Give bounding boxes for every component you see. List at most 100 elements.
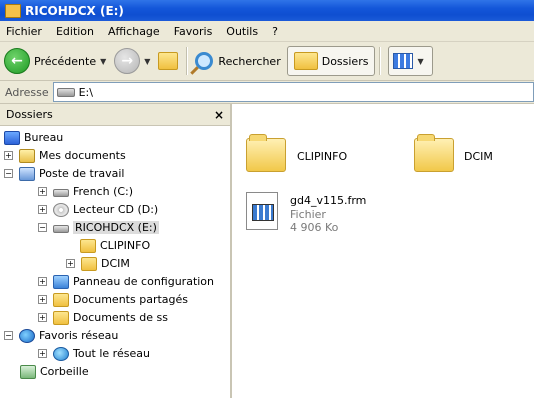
collapse-icon[interactable]: − xyxy=(4,169,13,178)
tree-item-poste-de-travail[interactable]: − Poste de travail xyxy=(4,165,124,182)
removable-drive-icon xyxy=(53,225,69,233)
tree-item-dcim[interactable]: + DCIM xyxy=(66,255,130,272)
file-type: Fichier xyxy=(290,208,326,221)
drive-folder-icon xyxy=(5,3,21,18)
folders-pane-header: Dossiers × xyxy=(0,104,230,126)
forward-arrow-icon: → xyxy=(114,48,141,74)
search-label: Rechercher xyxy=(218,54,281,68)
menu-help[interactable]: ? xyxy=(265,25,285,38)
back-label: Précédente xyxy=(34,54,97,68)
folder-icon xyxy=(80,238,96,253)
folder-icon xyxy=(246,134,286,172)
drive-icon xyxy=(56,87,75,97)
folders-label: Dossiers xyxy=(321,54,369,68)
tree-item-label: French (C:) xyxy=(73,185,134,198)
menu-bar: Fichier Edition Affichage Favoris Outils… xyxy=(0,21,534,42)
network-icon xyxy=(19,328,35,343)
desktop-icon xyxy=(4,130,20,145)
recycle-bin-icon xyxy=(20,364,36,379)
up-folder-button[interactable] xyxy=(158,46,182,76)
views-icon xyxy=(393,53,414,69)
collapse-icon[interactable]: − xyxy=(4,331,13,340)
file-icon xyxy=(246,192,278,230)
expand-icon[interactable]: + xyxy=(38,205,47,214)
address-input[interactable]: E:\ xyxy=(52,82,534,102)
tree-item-label: Corbeille xyxy=(40,365,89,378)
toolbar-separator xyxy=(379,47,381,75)
chevron-down-icon: ▼ xyxy=(417,56,424,66)
views-button[interactable]: ▼ xyxy=(388,46,433,76)
tree-item-label: Lecteur CD (D:) xyxy=(73,203,159,216)
tree-item-mes-documents[interactable]: + Mes documents xyxy=(4,147,126,164)
tree-item-ricohdcx[interactable]: − RICOHDCX (E:) xyxy=(38,219,159,236)
search-button[interactable]: Rechercher xyxy=(195,46,281,76)
expand-icon[interactable]: + xyxy=(38,277,47,286)
tree-item-label: Poste de travail xyxy=(39,167,125,180)
tree-item-lecteur-cd[interactable]: + Lecteur CD (D:) xyxy=(38,201,158,218)
my-documents-icon xyxy=(19,148,35,163)
menu-edition[interactable]: Edition xyxy=(49,25,101,38)
tree-item-label: Mes documents xyxy=(39,149,126,162)
computer-icon xyxy=(19,166,35,181)
address-bar: Adresse E:\ xyxy=(0,81,534,104)
file-size: 4 906 Ko xyxy=(290,221,339,234)
tree-item-clipinfo[interactable]: CLIPINFO xyxy=(80,237,150,254)
expand-icon[interactable]: + xyxy=(38,187,47,196)
menu-favoris[interactable]: Favoris xyxy=(167,25,220,38)
folder-icon xyxy=(81,256,97,271)
tree-item-documents-de-ss[interactable]: + Documents de ss xyxy=(38,309,168,326)
up-folder-icon xyxy=(158,52,179,70)
folders-pane: Dossiers × Bureau + Mes documents − Post… xyxy=(0,104,232,398)
hard-drive-icon xyxy=(53,189,69,197)
toolbar: ← Précédente ▼ → ▼ Rechercher Dossiers ▼ xyxy=(0,42,534,81)
folders-button[interactable]: Dossiers xyxy=(286,46,376,76)
folder-label: CLIPINFO xyxy=(297,150,348,163)
tree-item-label: RICOHDCX (E:) xyxy=(73,221,159,234)
chevron-down-icon[interactable]: ▼ xyxy=(144,57,150,66)
menu-affichage[interactable]: Affichage xyxy=(101,25,167,38)
tree-item-documents-partages[interactable]: + Documents partagés xyxy=(38,291,188,308)
folders-pane-title: Dossiers xyxy=(6,108,53,121)
tree-item-tout-le-reseau[interactable]: + Tout le réseau xyxy=(38,345,150,362)
tree-item-bureau[interactable]: Bureau xyxy=(4,129,63,146)
expand-icon[interactable]: + xyxy=(38,349,47,358)
tree-item-label: Panneau de configuration xyxy=(73,275,215,288)
tree-item-label: Favoris réseau xyxy=(39,329,119,342)
globe-icon xyxy=(53,346,69,361)
tree-item-label: Documents partagés xyxy=(73,293,188,306)
forward-button[interactable]: → ▼ xyxy=(114,46,154,76)
folder-icon xyxy=(414,134,454,172)
expand-icon[interactable]: + xyxy=(66,259,75,268)
expand-icon[interactable]: + xyxy=(38,313,47,322)
collapse-icon[interactable]: − xyxy=(38,223,47,232)
address-value: E:\ xyxy=(78,85,93,99)
tree-item-label: Tout le réseau xyxy=(73,347,150,360)
close-icon[interactable]: × xyxy=(214,108,224,122)
tree-item-label: Documents de ss xyxy=(73,311,168,324)
content-pane: CLIPINFO DCIM gd4_v115.frm Fichier 4 906… xyxy=(232,104,534,398)
tree-item-corbeille[interactable]: Corbeille xyxy=(20,363,89,380)
chevron-down-icon[interactable]: ▼ xyxy=(100,57,106,66)
toolbar-separator xyxy=(186,47,188,75)
search-icon xyxy=(195,52,214,70)
tree-item-favoris-reseau[interactable]: − Favoris réseau xyxy=(4,327,118,344)
tree-item-label: DCIM xyxy=(101,257,130,270)
window-title: RICOHDCX (E:) xyxy=(25,3,124,18)
folders-icon xyxy=(293,52,318,70)
expand-icon[interactable]: + xyxy=(38,295,47,304)
menu-outils[interactable]: Outils xyxy=(219,25,265,38)
tree-item-french-c[interactable]: + French (C:) xyxy=(38,183,133,200)
cd-drive-icon xyxy=(53,202,69,217)
tree-item-panneau-de-configuration[interactable]: + Panneau de configuration xyxy=(38,273,214,290)
folder-icon xyxy=(53,292,69,307)
folder-icon xyxy=(53,310,69,325)
tree-item-label: CLIPINFO xyxy=(100,239,151,252)
address-label: Adresse xyxy=(5,85,49,99)
window-titlebar[interactable]: RICOHDCX (E:) xyxy=(0,0,534,21)
back-button[interactable]: ← Précédente ▼ xyxy=(4,46,110,76)
expand-icon[interactable]: + xyxy=(4,151,13,160)
back-arrow-icon: ← xyxy=(4,48,30,74)
menu-fichier[interactable]: Fichier xyxy=(0,25,49,38)
control-panel-icon xyxy=(53,274,69,289)
file-name: gd4_v115.frm xyxy=(290,194,367,207)
